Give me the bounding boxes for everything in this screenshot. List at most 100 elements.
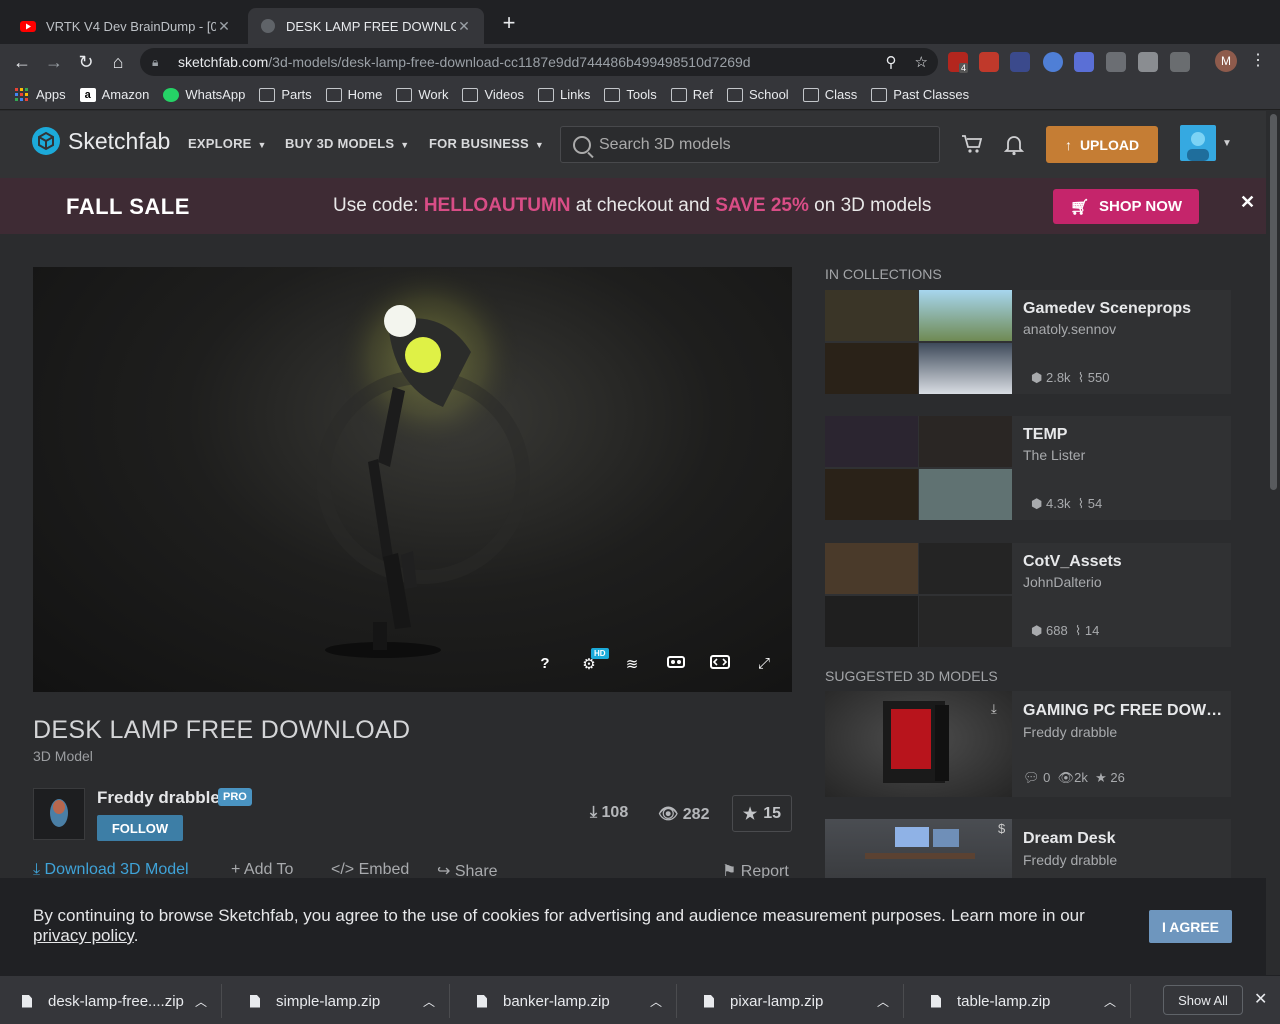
show-all-button[interactable]: Show All [1163, 985, 1243, 1015]
bookmark-whatsapp[interactable]: WhatsApp [163, 87, 245, 102]
author-name[interactable]: Freddy drabble [97, 788, 220, 808]
download-item[interactable]: banker-lamp.zip ︿ [455, 984, 677, 1018]
nav-buy-3d-models[interactable]: BUY 3D MODELS ▼ [285, 136, 409, 151]
cart-icon[interactable] [960, 134, 984, 158]
bookmark-folder-tools[interactable]: Tools [604, 87, 657, 102]
bookmark-folder-work[interactable]: Work [396, 87, 448, 102]
download-item[interactable]: desk-lamp-free....zip ︿ [0, 984, 222, 1018]
close-downloads-icon[interactable]: ✕ [1254, 989, 1267, 1009]
thumbnail [825, 469, 918, 520]
download-item[interactable]: pixar-lamp.zip ︿ [682, 984, 904, 1018]
chevron-up-icon[interactable]: ︿ [1104, 993, 1116, 1010]
chevron-up-icon[interactable]: ︿ [423, 993, 435, 1010]
tab-close-icon[interactable]: ✕ [456, 18, 472, 35]
vr-icon[interactable] [664, 655, 688, 672]
bookmark-apps[interactable]: Apps [14, 87, 66, 102]
file-icon [931, 994, 941, 1008]
tab-close-icon[interactable]: ✕ [216, 18, 232, 35]
collection-card[interactable]: TEMP The Lister ⬢ 4.3k ⌇ 54 [825, 416, 1231, 520]
view-count: 2k [1074, 770, 1088, 785]
bookmark-label: Amazon [101, 87, 150, 102]
extension-icon[interactable] [1043, 52, 1063, 72]
bookmark-folder-videos[interactable]: Videos [462, 87, 524, 102]
add-to-link[interactable]: + Add To [231, 861, 293, 879]
view-count-value: 282 [682, 806, 710, 823]
extension-icon[interactable] [979, 52, 999, 72]
bookmark-folder-past-classes[interactable]: Past Classes [871, 87, 969, 102]
nav-label: FOR BUSINESS [429, 136, 529, 151]
layers-icon[interactable]: ≋ [620, 655, 644, 673]
bookmark-folder-links[interactable]: Links [537, 87, 590, 102]
agree-button[interactable]: I AGREE [1149, 910, 1232, 943]
privacy-policy-link[interactable]: privacy policy [33, 926, 134, 945]
bookmark-label: Past Classes [893, 87, 970, 102]
file-icon [477, 994, 487, 1008]
reload-icon[interactable]: ↻ [74, 50, 98, 74]
user-avatar[interactable] [1180, 125, 1216, 161]
cookie-text: By continuing to browse Sketchfab, you a… [33, 906, 1113, 946]
bookmark-folder-class[interactable]: Class [802, 87, 857, 102]
extension-icon[interactable] [1074, 52, 1094, 72]
caret-down-icon[interactable]: ▼ [1222, 138, 1232, 149]
collection-card[interactable]: Gamedev Sceneprops anatoly.sennov ⬢ 2.8k… [825, 290, 1231, 394]
action-label: Download 3D Model [44, 861, 189, 878]
collection-card[interactable]: CotV_Assets JohnDalterio ⬢ 688 ⌇ 14 [825, 543, 1231, 647]
suggested-model-card[interactable]: $ Dream Desk Freddy drabble [825, 819, 1231, 878]
model-count: 2.8k [1045, 370, 1071, 385]
forward-arrow-icon[interactable]: → [42, 50, 66, 74]
upload-button[interactable]: ↑ UPLOAD [1046, 126, 1158, 163]
comment-count: 0 [1043, 770, 1051, 785]
like-button[interactable]: ★ 15 [732, 795, 792, 832]
back-arrow-icon[interactable]: ← [10, 50, 34, 74]
tab-youtube[interactable]: VRTK V4 Dev BrainDump - [00 ✕ [8, 8, 244, 44]
bell-icon[interactable] [1002, 134, 1026, 158]
author-avatar[interactable] [33, 788, 85, 840]
bookmark-folder-ref[interactable]: Ref [670, 87, 713, 102]
download-item[interactable]: simple-lamp.zip ︿ [228, 984, 450, 1018]
extension-icon[interactable] [1106, 52, 1126, 72]
cookie-tail: . [133, 926, 139, 945]
fullscreen-icon[interactable]: ⤢ [752, 655, 776, 672]
embed-icon[interactable] [708, 655, 732, 673]
browser-toolbar: ← → ↻ ⌂ 🔒︎ sketchfab.com/3d-models/desk-… [0, 44, 1280, 80]
collection-thumbnails [825, 416, 1012, 520]
follow-button[interactable]: FOLLOW [97, 815, 183, 841]
bookmark-star-icon[interactable]: ☆ [915, 53, 928, 71]
chevron-up-icon[interactable]: ︿ [650, 993, 662, 1010]
search-input[interactable]: Search 3D models [560, 126, 940, 163]
close-banner-icon[interactable]: ✕ [1240, 192, 1255, 213]
shop-now-button[interactable]: 🛒︎ SHOP NOW [1053, 189, 1199, 224]
bookmark-folder-home[interactable]: Home [325, 87, 382, 102]
extension-icon[interactable] [1170, 52, 1190, 72]
code-icon: </> [331, 861, 355, 878]
more-menu-icon[interactable]: ⋮ [1250, 50, 1266, 70]
profile-avatar[interactable]: M [1215, 50, 1237, 72]
home-icon[interactable]: ⌂ [106, 50, 130, 74]
bookmark-folder-school[interactable]: School [726, 87, 789, 102]
extension-icon[interactable] [1010, 52, 1030, 72]
tab-sketchfab[interactable]: DESK LAMP FREE DOWNLOAD ✕ [248, 8, 484, 44]
new-tab-button[interactable]: + [498, 12, 520, 34]
address-bar[interactable]: 🔒︎ sketchfab.com/3d-models/desk-lamp-fre… [140, 48, 938, 76]
suggested-model-card[interactable]: ⤓ GAMING PC FREE DOWN... Freddy drabble … [825, 691, 1231, 797]
sketchfab-logo[interactable]: Sketchfab [32, 127, 170, 155]
help-icon[interactable]: ? [533, 655, 557, 672]
views-count: 550 [1087, 370, 1110, 385]
bookmark-folder-parts[interactable]: Parts [259, 87, 312, 102]
model-viewer[interactable]: ? ⚙ HD ≋ ⤢ [33, 267, 792, 692]
chevron-up-icon[interactable]: ︿ [195, 993, 207, 1010]
youtube-icon [20, 21, 36, 32]
star-icon: ★ [742, 805, 758, 823]
camera-extension-icon[interactable] [1138, 52, 1158, 72]
download-item[interactable]: table-lamp.zip ︿ [909, 984, 1131, 1018]
model-owner: Freddy drabble [1023, 724, 1118, 740]
download-3d-model-link[interactable]: ⤓ Download 3D Model [33, 861, 189, 879]
thumbnail [825, 290, 918, 341]
nav-explore[interactable]: EXPLORE ▼ [188, 136, 267, 151]
zoom-icon[interactable]: ⚲ [886, 53, 897, 71]
nav-for-business[interactable]: FOR BUSINESS ▼ [429, 136, 544, 151]
bookmark-amazon[interactable]: a Amazon [79, 87, 150, 102]
chevron-up-icon[interactable]: ︿ [877, 993, 889, 1010]
page-scrollbar-thumb[interactable] [1270, 114, 1277, 490]
embed-link[interactable]: </> Embed [331, 861, 409, 879]
